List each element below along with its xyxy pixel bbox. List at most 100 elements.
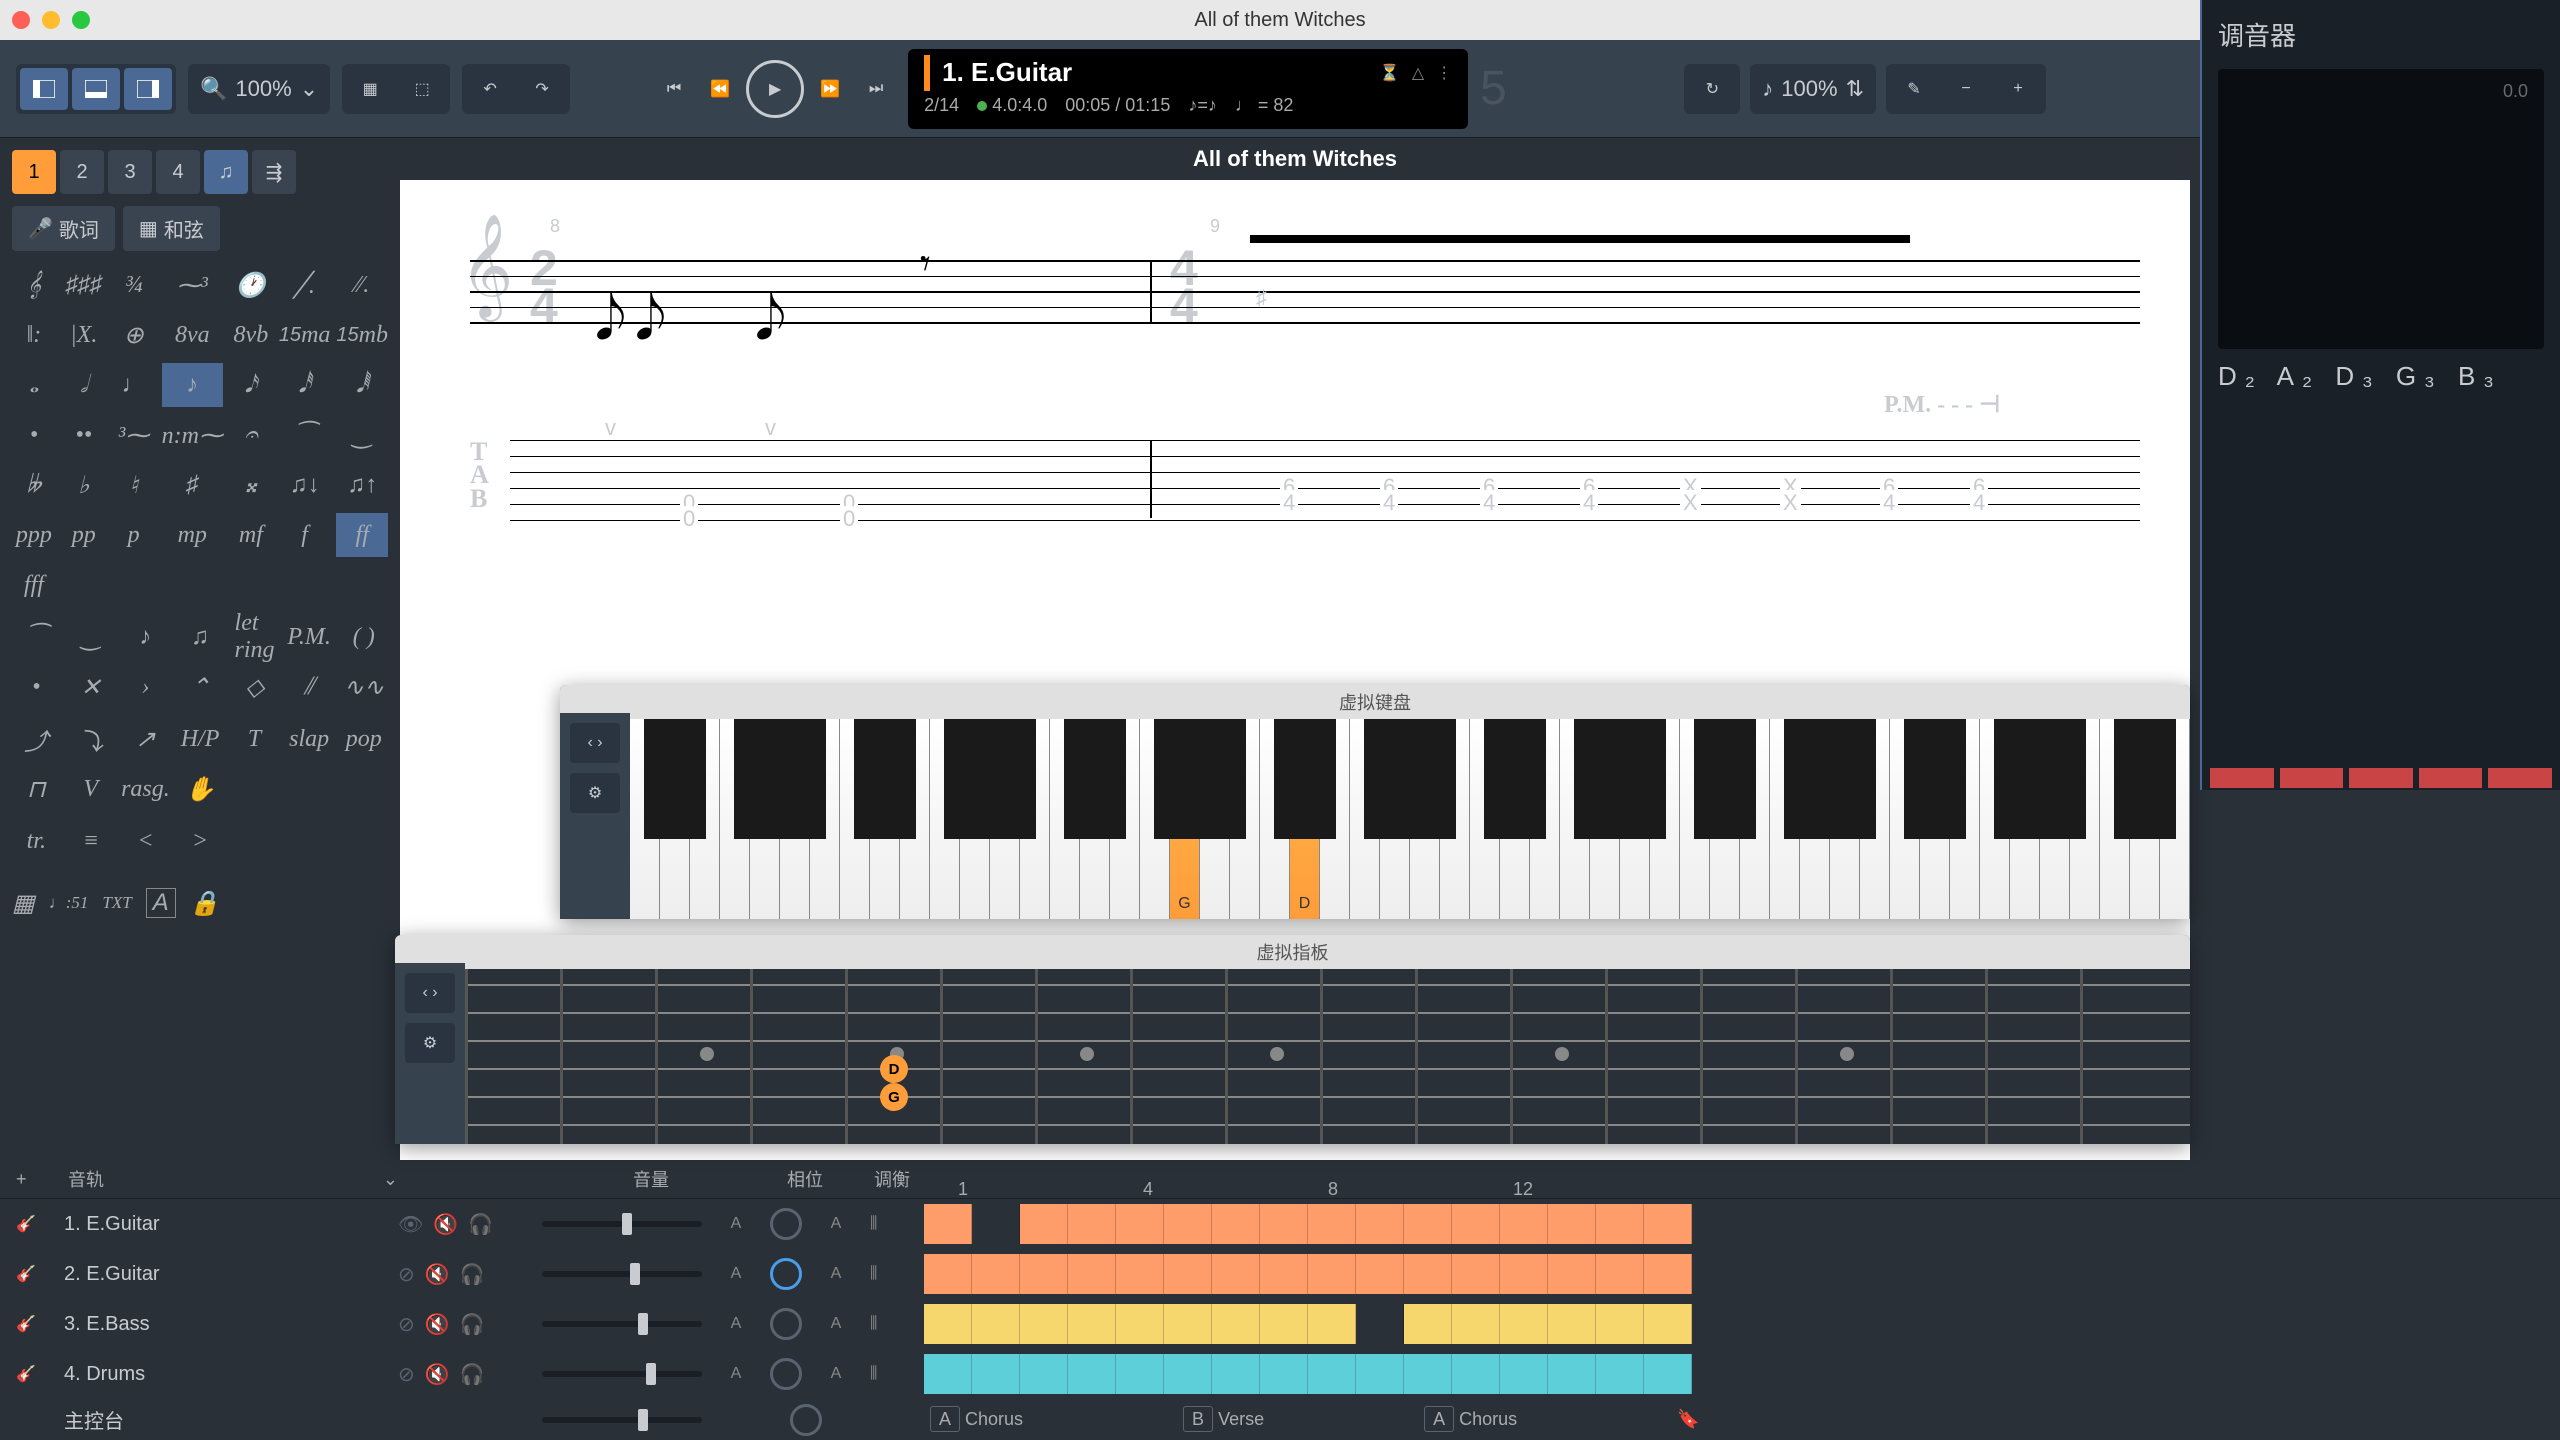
design-mode-button[interactable]: ⬚ bbox=[398, 68, 446, 110]
track-name-display[interactable]: 1. E.Guitar bbox=[942, 57, 1072, 88]
pan-knob[interactable] bbox=[770, 1308, 802, 1340]
palette-tab-notes[interactable]: ♫ bbox=[204, 150, 248, 194]
piano-black-key[interactable] bbox=[1784, 719, 1815, 839]
ghost-tool[interactable]: ( ) bbox=[339, 615, 388, 659]
tab-fret-number[interactable]: 4 bbox=[1280, 490, 1298, 516]
tremolo-tool[interactable]: ⫽ bbox=[285, 665, 334, 709]
tab-fret-number[interactable]: X bbox=[1680, 490, 1701, 516]
dyn-p[interactable]: p bbox=[112, 513, 156, 557]
half-note-tool[interactable]: 𝅗𝅥 bbox=[62, 363, 106, 407]
doubleflat-tool[interactable]: 𝄫 bbox=[12, 463, 56, 507]
piano-black-key[interactable] bbox=[1364, 719, 1395, 839]
clef-tool[interactable]: 𝄞 bbox=[12, 263, 56, 307]
mute-button[interactable]: 🔇 bbox=[425, 1262, 450, 1287]
clip[interactable] bbox=[1644, 1354, 1692, 1394]
clip[interactable] bbox=[1068, 1304, 1116, 1344]
clip[interactable] bbox=[1596, 1204, 1644, 1244]
minus-button[interactable]: − bbox=[1942, 68, 1990, 110]
sixtyfourth-note-tool[interactable]: 𝅘𝅥𝅱 bbox=[336, 363, 388, 407]
natural-tool[interactable]: ♮ bbox=[112, 463, 156, 507]
clip[interactable] bbox=[1644, 1254, 1692, 1294]
tab-fret-number[interactable]: 0 bbox=[840, 506, 858, 532]
more-icon[interactable]: ⋮ bbox=[1436, 63, 1452, 83]
palette-tab-3[interactable]: 3 bbox=[108, 150, 152, 194]
note[interactable]: 𝅘𝅥𝅮 bbox=[755, 285, 786, 354]
semitone-up-tool[interactable]: ♫↑ bbox=[336, 463, 388, 507]
tab-fret-number[interactable]: 0 bbox=[680, 506, 698, 532]
solo-button[interactable]: 🎧 bbox=[468, 1212, 493, 1237]
tremolo-pick-tool[interactable]: ≡ bbox=[67, 819, 116, 863]
clip[interactable] bbox=[1356, 1304, 1404, 1344]
text-tool[interactable]: TXT bbox=[102, 881, 131, 925]
eq-button[interactable]: ⫼ bbox=[870, 1365, 900, 1383]
letring-tool[interactable]: letring bbox=[230, 615, 279, 659]
note[interactable]: 𝅘𝅥𝅮 bbox=[595, 285, 626, 354]
track-row[interactable]: 🎸 1. E.Guitar 👁 🔇 🎧 A A ⫼ bbox=[0, 1199, 2560, 1249]
clip[interactable] bbox=[1164, 1354, 1212, 1394]
clip[interactable] bbox=[1356, 1204, 1404, 1244]
volume-slider[interactable] bbox=[542, 1321, 702, 1327]
bend-tool[interactable]: ⤴ bbox=[12, 717, 61, 761]
clip[interactable] bbox=[1260, 1304, 1308, 1344]
15ma-tool[interactable]: 15ma bbox=[279, 313, 331, 357]
multislash-tool[interactable]: ⁄⁄. bbox=[336, 263, 388, 307]
automation-a[interactable]: A bbox=[726, 1315, 746, 1333]
slur-tool[interactable]: ‿ bbox=[336, 413, 388, 457]
tab-fret-number[interactable]: 4 bbox=[1380, 490, 1398, 516]
track-row[interactable]: 🎸 3. E.Bass ⊘ 🔇 🎧 A A ⫼ bbox=[0, 1299, 2560, 1349]
clip[interactable] bbox=[1116, 1304, 1164, 1344]
section-marker[interactable]: A Chorus bbox=[1424, 1409, 1517, 1430]
rest[interactable]: 𝄾 bbox=[920, 240, 931, 287]
fret-marker[interactable]: G bbox=[880, 1083, 908, 1111]
dyn-pp[interactable]: pp bbox=[62, 513, 106, 557]
clip[interactable] bbox=[1500, 1354, 1548, 1394]
mute-button[interactable]: 🔇 bbox=[425, 1362, 450, 1387]
standard-notation-staff[interactable]: 8 9 𝄞 24 44 𝅘𝅥𝅮 𝅘𝅥𝅮 𝅘𝅥𝅮 𝄾 v v ♯ bbox=[430, 220, 2160, 400]
staccato2-tool[interactable]: • bbox=[12, 665, 61, 709]
whammy-tool[interactable]: ⤵ bbox=[67, 717, 116, 761]
whole-note-tool[interactable]: 𝅝 bbox=[12, 363, 56, 407]
piano-black-key[interactable] bbox=[854, 719, 885, 839]
fret-marker[interactable]: D bbox=[880, 1055, 908, 1083]
trill-tool[interactable]: tr. bbox=[12, 819, 61, 863]
clip[interactable] bbox=[1452, 1354, 1500, 1394]
piano-black-key[interactable] bbox=[2114, 719, 2145, 839]
palette-tab-filter[interactable]: ⇶ bbox=[252, 150, 296, 194]
piano-black-key[interactable] bbox=[1904, 719, 1935, 839]
pan-knob[interactable] bbox=[770, 1208, 802, 1240]
go-end-button[interactable]: ⏭ bbox=[856, 69, 896, 109]
clip[interactable] bbox=[972, 1254, 1020, 1294]
virtual-fretboard-panel[interactable]: 虚拟指板 ‹ › ⚙ DG bbox=[395, 935, 2190, 1144]
eq-button[interactable]: ⫼ bbox=[870, 1265, 900, 1283]
clip[interactable] bbox=[1308, 1354, 1356, 1394]
deadnote-tool[interactable]: ✕ bbox=[67, 665, 116, 709]
plus-button[interactable]: + bbox=[1994, 68, 2042, 110]
visibility-toggle[interactable]: ⊘ bbox=[398, 1362, 415, 1387]
close-window-button[interactable] bbox=[12, 11, 30, 29]
visibility-toggle[interactable]: 👁 bbox=[398, 1212, 423, 1237]
clip-lane[interactable] bbox=[924, 1204, 2544, 1244]
clip[interactable] bbox=[1404, 1354, 1452, 1394]
master-track-label[interactable]: 主控台 bbox=[64, 1405, 374, 1434]
piano-black-key[interactable] bbox=[1304, 719, 1335, 839]
clip[interactable] bbox=[1452, 1254, 1500, 1294]
piano-black-key[interactable] bbox=[1604, 719, 1635, 839]
pan-knob[interactable] bbox=[770, 1358, 802, 1390]
clip[interactable] bbox=[972, 1354, 1020, 1394]
keyboard-settings-button[interactable]: ⚙ bbox=[570, 773, 620, 813]
clip[interactable] bbox=[1500, 1304, 1548, 1344]
dyn-ppp[interactable]: ppp bbox=[12, 513, 56, 557]
piano-black-key[interactable] bbox=[1064, 719, 1095, 839]
automation-b[interactable]: A bbox=[826, 1265, 846, 1283]
piano-black-key[interactable] bbox=[884, 719, 915, 839]
solo-button[interactable]: 🎧 bbox=[460, 1362, 485, 1387]
dyn-mp[interactable]: mp bbox=[162, 513, 223, 557]
track-name[interactable]: 4. Drums bbox=[64, 1363, 374, 1386]
pan-knob[interactable] bbox=[770, 1258, 802, 1290]
clip[interactable] bbox=[1260, 1354, 1308, 1394]
track-name[interactable]: 3. E.Bass bbox=[64, 1313, 374, 1336]
piano-black-key[interactable] bbox=[2144, 719, 2175, 839]
piano-black-key[interactable] bbox=[1274, 719, 1305, 839]
piano-black-key[interactable] bbox=[1094, 719, 1125, 839]
slur2-tool[interactable]: ‿ bbox=[67, 615, 116, 659]
